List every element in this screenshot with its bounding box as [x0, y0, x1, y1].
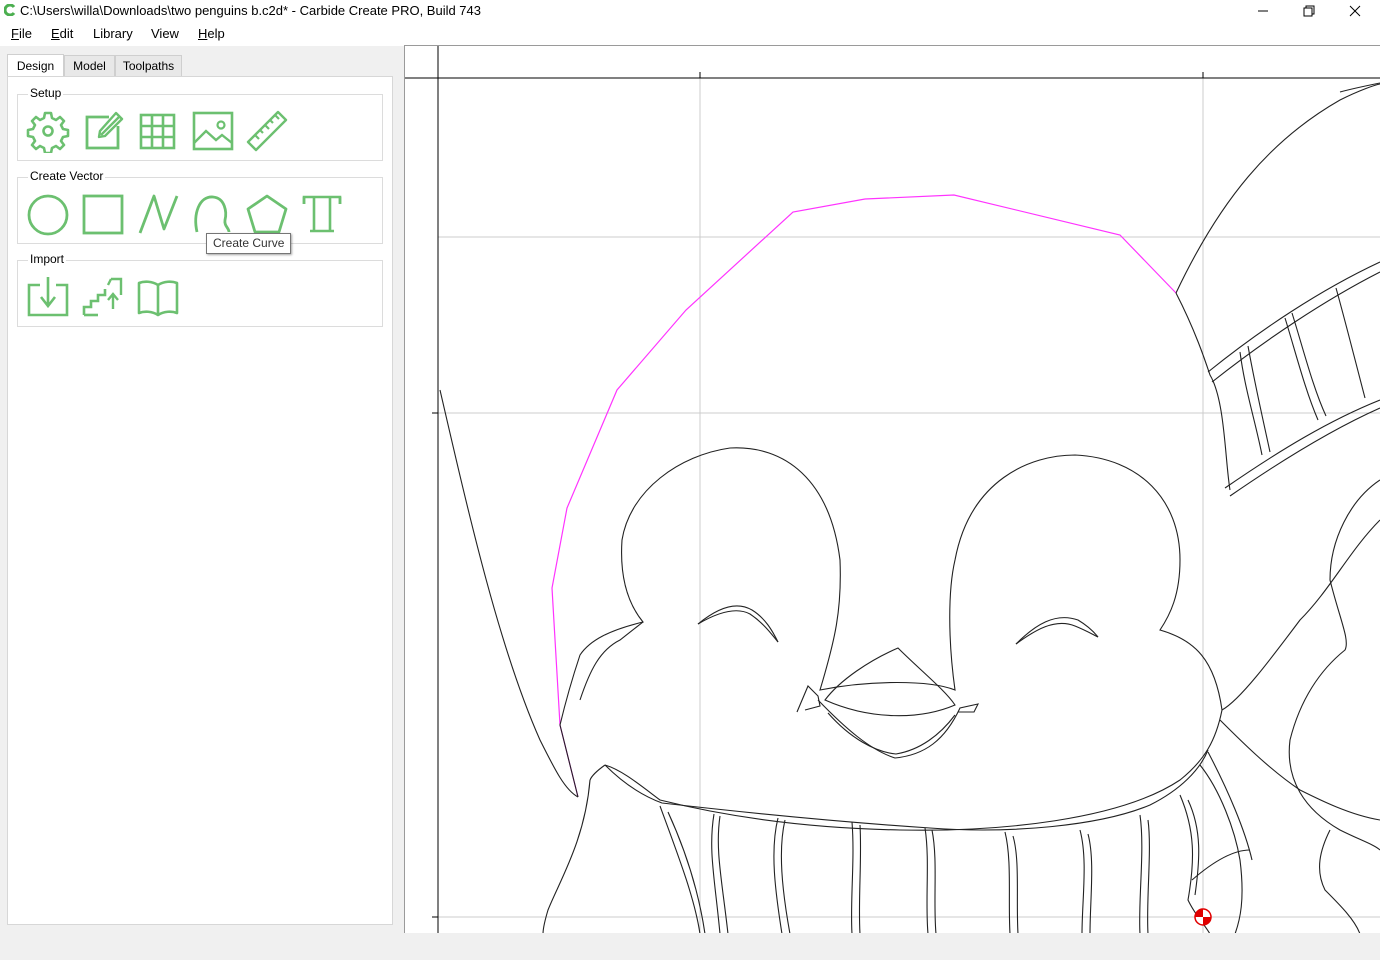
tab-design[interactable]: Design: [7, 54, 64, 77]
rectangle-icon: [82, 194, 124, 235]
create-vector-group: Create Vector: [17, 169, 383, 244]
create-text-button[interactable]: [300, 192, 344, 236]
circle-icon: [27, 194, 69, 236]
polygon-icon: [246, 194, 288, 234]
design-canvas[interactable]: [404, 45, 1380, 933]
create-circle-button[interactable]: [26, 192, 70, 236]
origin-marker: [1194, 908, 1212, 926]
carbide-app-icon: [4, 4, 16, 16]
import-vectors-button[interactable]: [26, 275, 70, 319]
menu-edit[interactable]: Edit: [51, 26, 73, 41]
image-icon: [192, 111, 234, 151]
create-rectangle-button[interactable]: [81, 192, 125, 236]
polyline-icon: [138, 194, 179, 234]
restore-button[interactable]: [1286, 0, 1332, 22]
background-image-button[interactable]: [191, 109, 235, 153]
grid-button[interactable]: [136, 109, 180, 153]
minimize-icon: [1258, 10, 1268, 12]
title-bar: C:\Users\willa\Downloads\two penguins b.…: [0, 0, 1380, 22]
import-group: Import: [17, 252, 383, 327]
window-title: C:\Users\willa\Downloads\two penguins b.…: [20, 3, 481, 18]
canvas-drawing: [405, 46, 1380, 933]
stairs-icon: [82, 277, 123, 317]
selected-vector[interactable]: [551, 194, 1177, 798]
tab-toolpaths[interactable]: Toolpaths: [115, 55, 182, 76]
gear-icon: [26, 111, 70, 155]
library-button[interactable]: [136, 275, 180, 319]
menu-view[interactable]: View: [151, 26, 179, 41]
job-setup-button[interactable]: [26, 109, 70, 155]
menu-bar: File Edit Library View Help: [0, 22, 1380, 46]
import-icon: [27, 277, 69, 317]
import-stl-button[interactable]: [81, 275, 125, 319]
left-panel: Design Model Toolpaths Setup Create Vect…: [0, 46, 404, 934]
menu-file[interactable]: File: [11, 26, 32, 41]
create-polyline-button[interactable]: [136, 192, 180, 236]
ruler-icon: [246, 110, 288, 152]
edit-job-button[interactable]: [81, 109, 125, 153]
curve-icon: [194, 195, 231, 233]
menu-library[interactable]: Library: [93, 26, 133, 41]
create-vector-group-label: Create Vector: [28, 169, 106, 183]
minimize-button[interactable]: [1240, 0, 1286, 22]
create-curve-button[interactable]: [191, 192, 235, 236]
create-curve-tooltip: Create Curve: [206, 233, 292, 254]
tab-model[interactable]: Model: [64, 55, 115, 76]
design-tab-pane: Setup Create Vector Import: [7, 76, 393, 925]
menu-help[interactable]: Help: [198, 26, 225, 41]
text-icon: [302, 195, 342, 233]
book-icon: [137, 280, 179, 317]
import-group-label: Import: [28, 252, 67, 266]
create-polygon-button[interactable]: [245, 192, 289, 236]
penguin-vectors[interactable]: [439, 82, 1380, 933]
canvas-rulers: [405, 46, 1380, 933]
close-button[interactable]: [1332, 0, 1378, 22]
measure-button[interactable]: [245, 109, 289, 153]
status-bar: [0, 934, 1380, 960]
setup-group: Setup: [17, 86, 383, 161]
canvas-grid: [438, 72, 1380, 933]
grid-icon: [139, 113, 176, 150]
close-icon: [1349, 5, 1361, 17]
restore-icon: [1303, 5, 1315, 17]
setup-group-label: Setup: [28, 86, 64, 100]
edit-job-icon: [85, 111, 124, 150]
